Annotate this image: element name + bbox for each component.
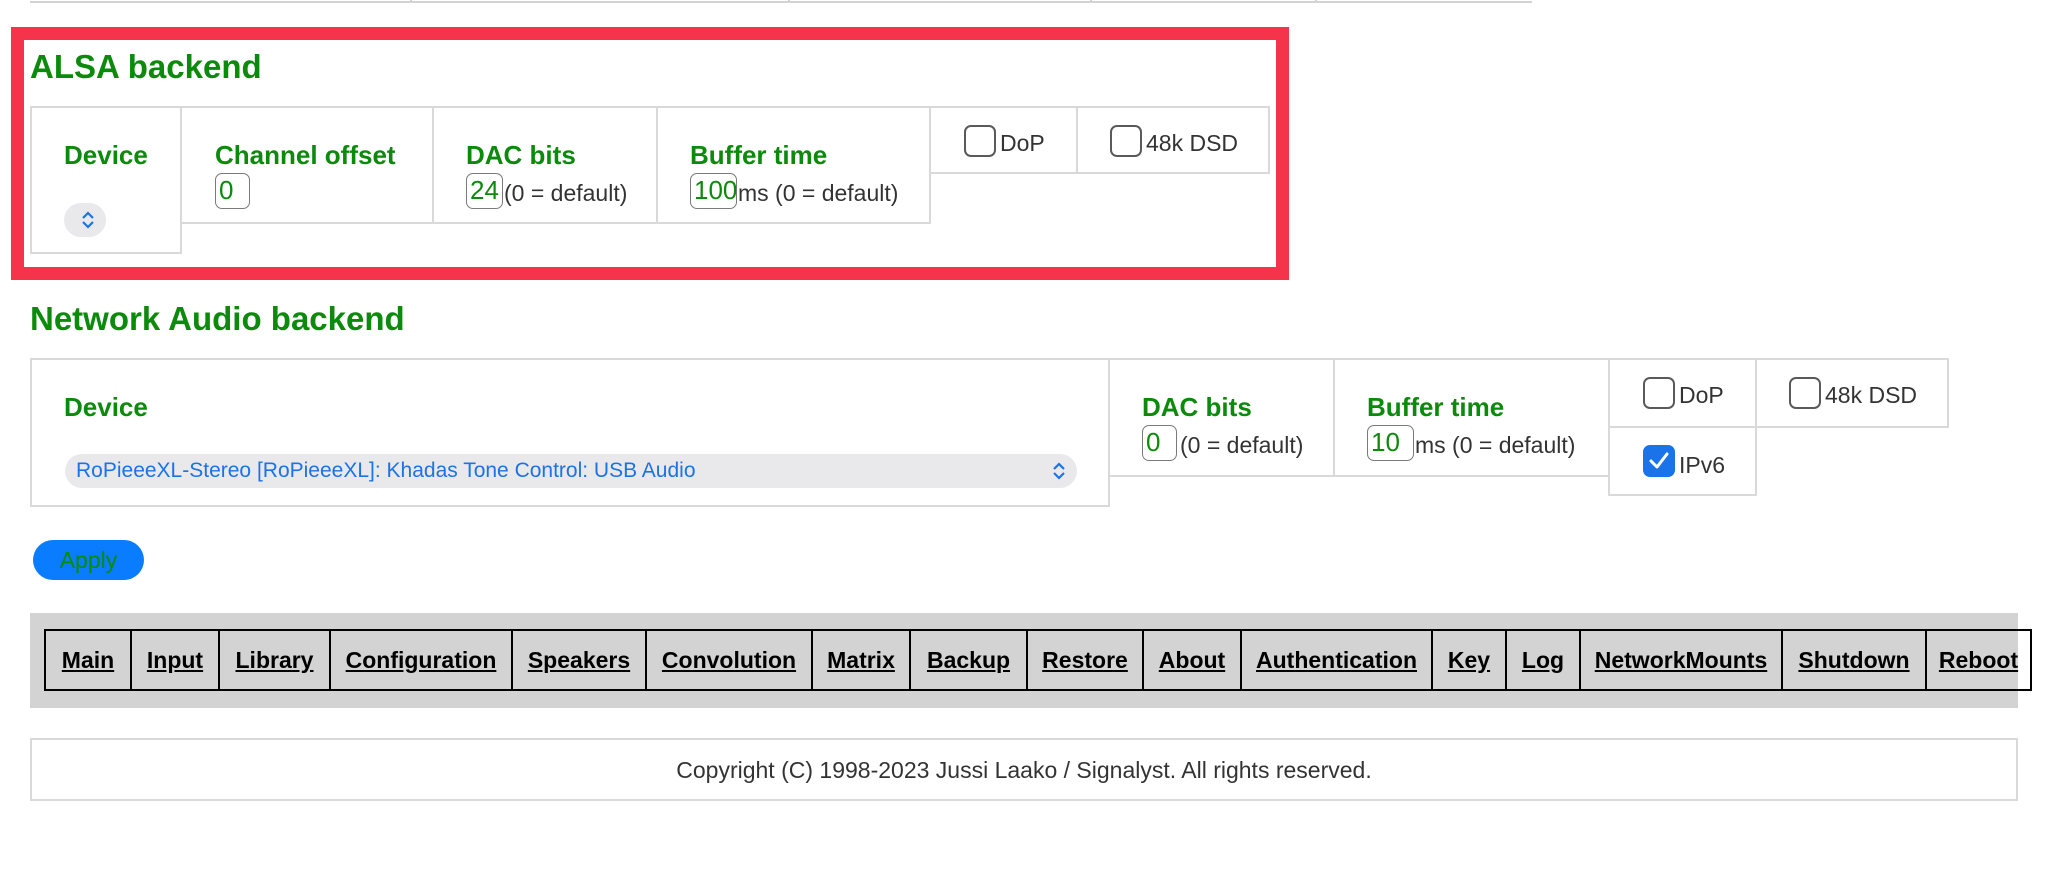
network-audio-device-value: RoPieeeXL-Stereo [RoPieeeXL]: Khadas Ton… [76, 459, 696, 482]
network-audio-section-title: Network Audio backend [30, 300, 405, 337]
network-audio-ipv6-cell: IPv6 [1608, 426, 1757, 496]
nav-link-matrix[interactable]: Matrix [811, 629, 911, 691]
network-audio-ipv6-label: IPv6 [1679, 452, 1726, 478]
network-audio-48k-dsd-label: 48k DSD [1825, 382, 1918, 408]
network-audio-dop-label: DoP [1679, 382, 1724, 408]
nav-link-speakers[interactable]: Speakers [511, 629, 647, 691]
nav-links: Main Input Library Configuration Speaker… [44, 629, 2032, 691]
network-audio-device-label: Device [64, 392, 148, 422]
network-audio-buffer-time-hint: ms (0 = default) [1415, 432, 1576, 458]
footer-copyright: Copyright (C) 1998-2023 Jussi Laako / Si… [30, 738, 2018, 801]
nav-link-about[interactable]: About [1142, 629, 1242, 691]
nav-link-networkmounts[interactable]: NetworkMounts [1579, 629, 1783, 691]
network-audio-ipv6-checkbox[interactable] [1643, 445, 1675, 477]
network-audio-buffer-time-label: Buffer time [1367, 392, 1505, 422]
nav-link-input[interactable]: Input [130, 629, 220, 691]
nav-link-authentication[interactable]: Authentication [1240, 629, 1433, 691]
nav-link-restore[interactable]: Restore [1026, 629, 1144, 691]
navigation-bar: Main Input Library Configuration Speaker… [30, 613, 2032, 708]
apply-button[interactable]: Apply [33, 540, 144, 580]
nav-link-convolution[interactable]: Convolution [645, 629, 813, 691]
nav-link-shutdown[interactable]: Shutdown [1781, 629, 1927, 691]
network-audio-dac-bits-label: DAC bits [1142, 392, 1252, 422]
previous-table-border [30, 0, 1532, 3]
chevron-updown-icon [1053, 462, 1065, 480]
checkmark-icon [1649, 452, 1669, 469]
nav-link-key[interactable]: Key [1431, 629, 1507, 691]
network-audio-device-select[interactable]: RoPieeeXL-Stereo [RoPieeeXL]: Khadas Ton… [65, 454, 1077, 488]
network-audio-device-cell: Device RoPieeeXL-Stereo [RoPieeeXL]: Kha… [30, 358, 1110, 507]
network-audio-48k-dsd-checkbox[interactable] [1789, 377, 1821, 409]
network-audio-dop-checkbox[interactable] [1643, 377, 1675, 409]
nav-link-reboot[interactable]: Reboot [1925, 629, 2032, 691]
network-audio-dop-cell: DoP [1608, 358, 1757, 428]
network-audio-buffer-time-cell: Buffer time 10 ms (0 = default) [1333, 358, 1610, 477]
nav-link-main[interactable]: Main [44, 629, 132, 691]
network-audio-dac-bits-hint: (0 = default) [1180, 432, 1304, 458]
nav-link-log[interactable]: Log [1505, 629, 1581, 691]
nav-link-backup[interactable]: Backup [909, 629, 1028, 691]
highlight-box [11, 27, 1289, 280]
network-audio-48k-dsd-cell: 48k DSD [1755, 358, 1949, 428]
network-audio-dac-bits-input[interactable]: 0 [1142, 425, 1177, 461]
network-audio-buffer-time-input[interactable]: 10 [1367, 425, 1414, 461]
nav-link-library[interactable]: Library [218, 629, 331, 691]
nav-link-configuration[interactable]: Configuration [329, 629, 513, 691]
network-audio-dac-bits-cell: DAC bits 0 (0 = default) [1108, 358, 1335, 477]
